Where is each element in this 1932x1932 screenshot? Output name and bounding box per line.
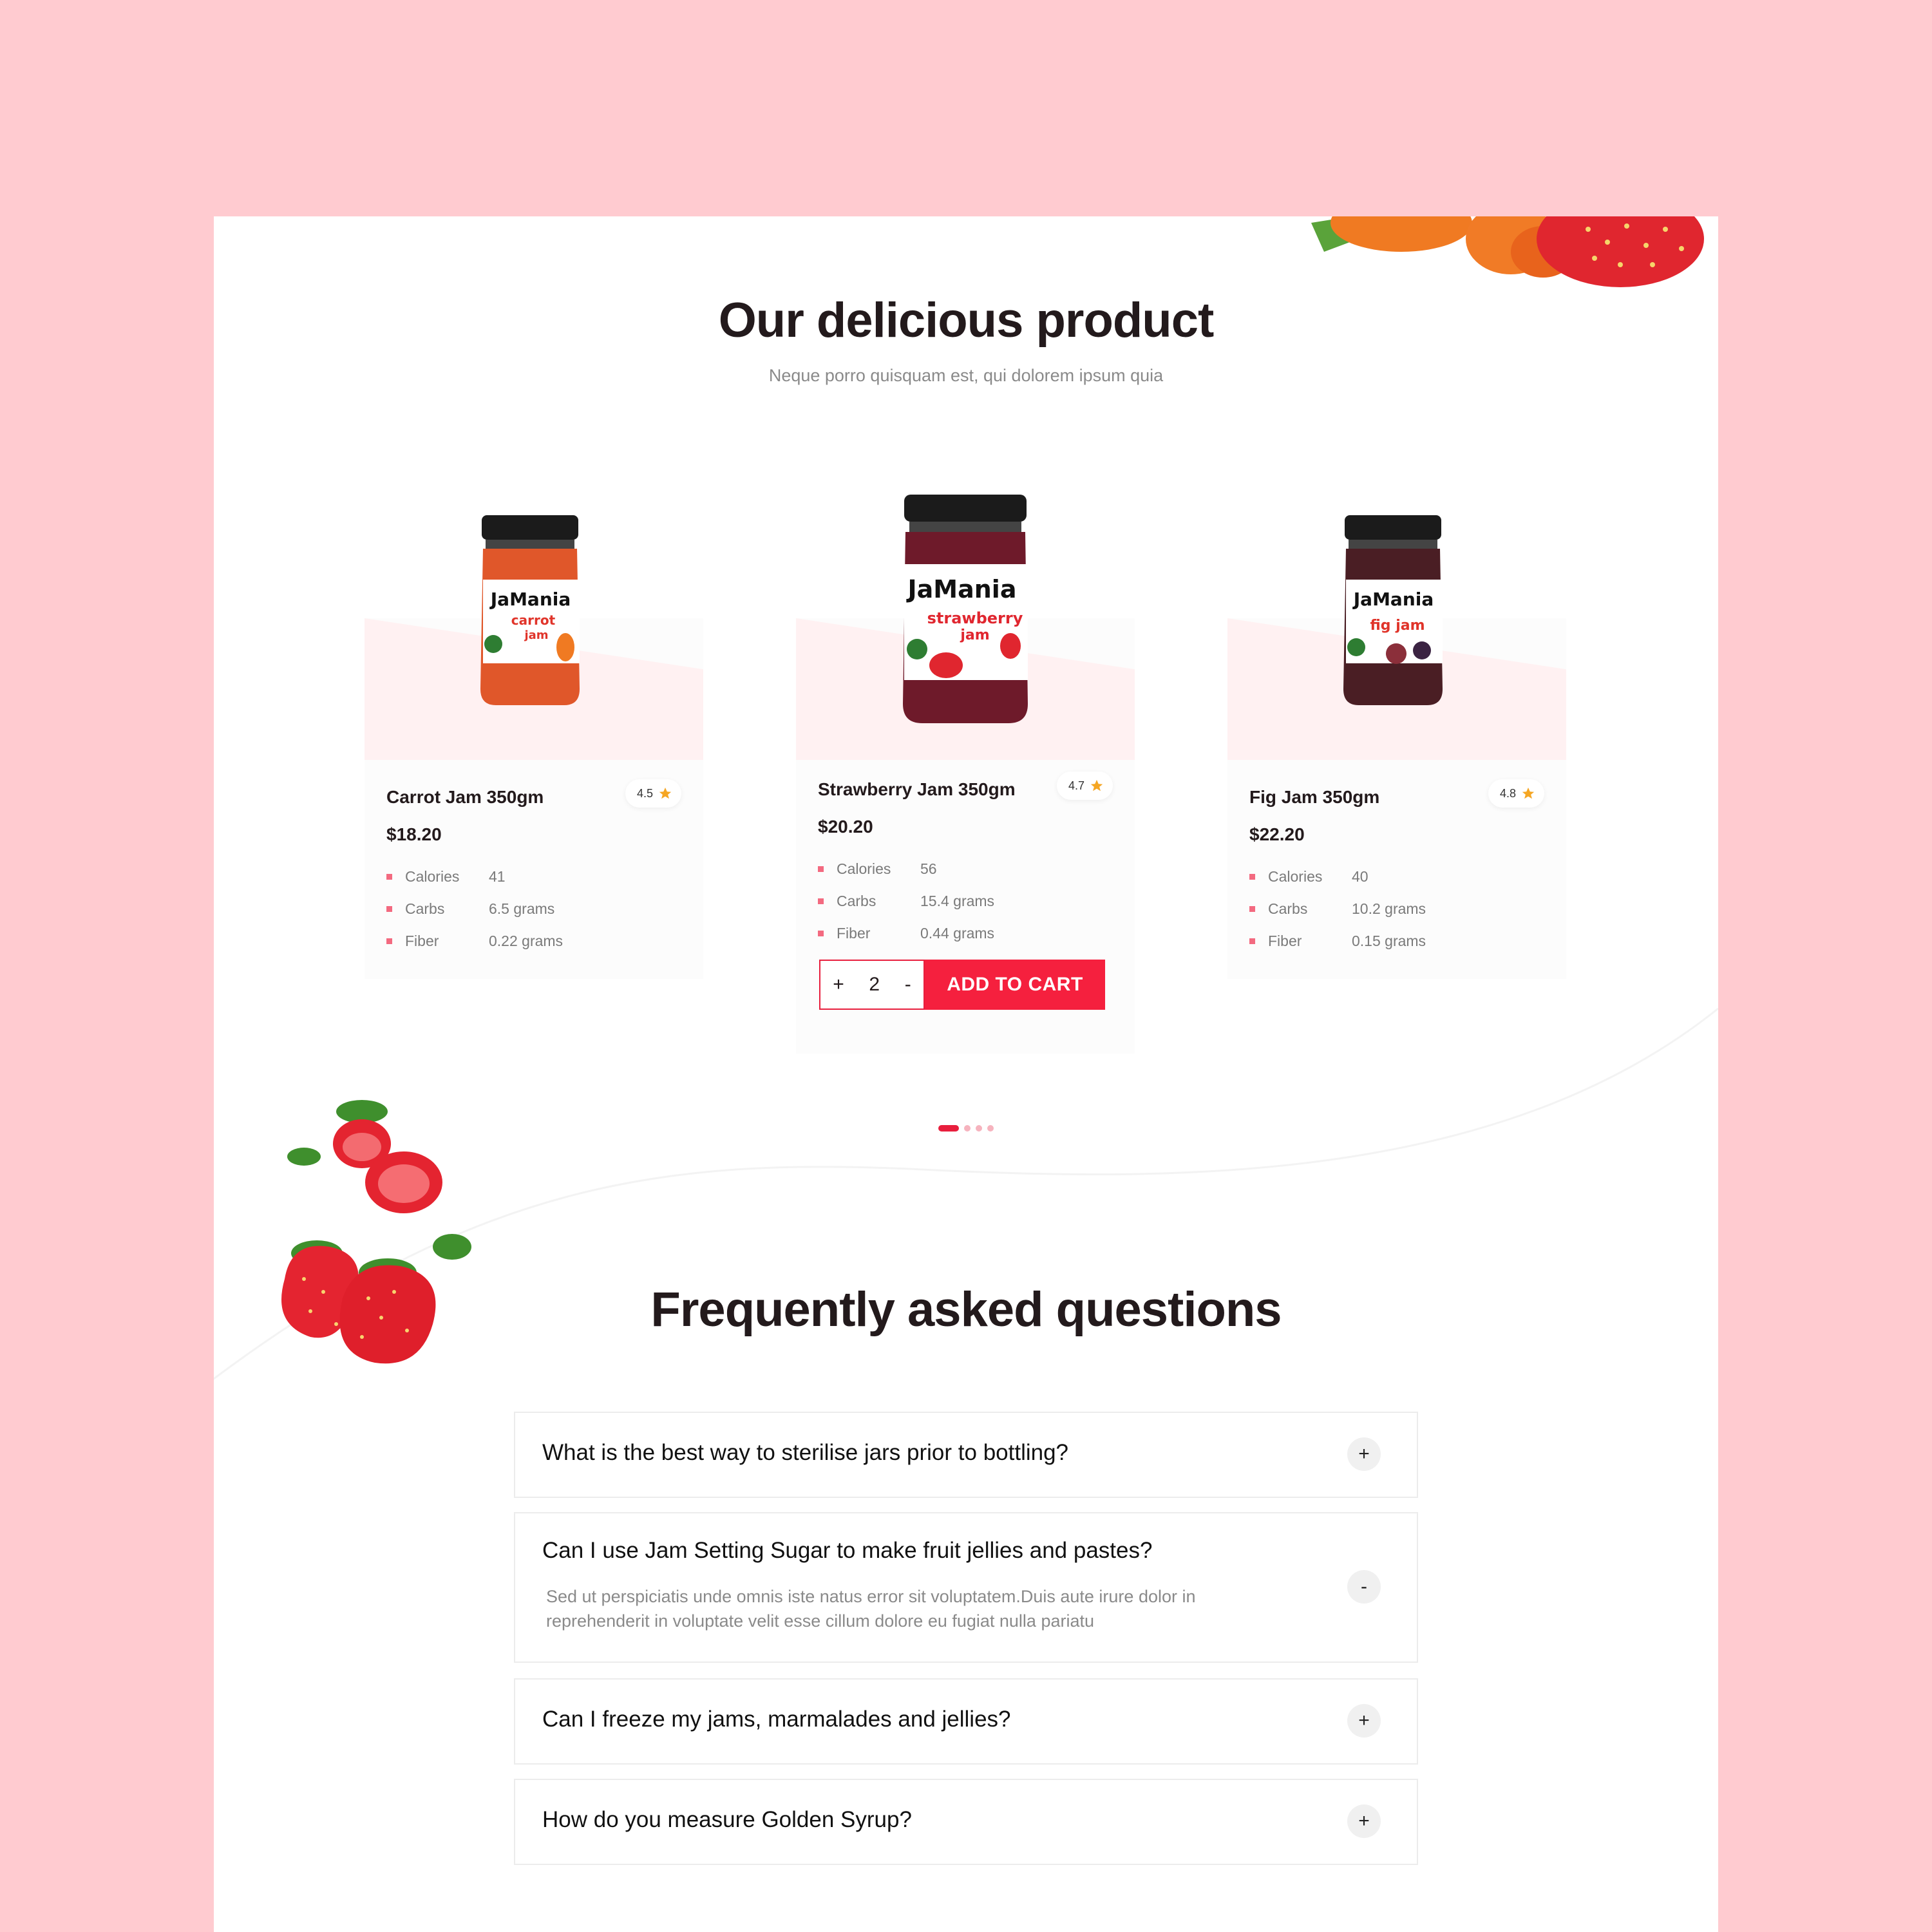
svg-text:jam: jam: [524, 629, 548, 642]
rating-badge: 4.5: [625, 779, 681, 808]
product-price: $20.20: [818, 817, 873, 837]
nutrition-row: Carbs 6.5 grams: [386, 893, 676, 925]
faq-question[interactable]: How do you measure Golden Syrup?: [542, 1807, 912, 1833]
product-card-carrot[interactable]: JaMania carrot jam Carrot Jam 350gm 4.5 …: [365, 515, 703, 979]
rating-badge: 4.7: [1056, 772, 1113, 800]
nutrition-row: Carbs 15.4 grams: [818, 885, 1108, 917]
svg-text:carrot: carrot: [511, 612, 556, 628]
rating-value: 4.8: [1499, 786, 1516, 800]
plus-icon[interactable]: +: [1347, 1704, 1381, 1738]
quantity-stepper[interactable]: + 2 -: [819, 960, 925, 1010]
faq-item-expanded[interactable]: Can I use Jam Setting Sugar to make frui…: [514, 1512, 1418, 1663]
carrot-jam-jar-image: JaMania carrot jam: [480, 515, 580, 705]
page-container: Our delicious product Neque porro quisqu…: [214, 216, 1718, 1932]
nutrition-row: Calories 41: [386, 860, 676, 893]
strawberry-jam-jar-image: JaMania strawberry jam: [903, 495, 1028, 723]
product-name[interactable]: Strawberry Jam 350gm: [818, 779, 1016, 800]
rating-value: 4.7: [1068, 779, 1084, 792]
faq-question[interactable]: Can I freeze my jams, marmalades and jel…: [542, 1707, 1011, 1732]
nutrition-list: Calories 56 Carbs 15.4 grams Fiber 0.44 gra…: [818, 853, 1108, 949]
svg-text:jam: jam: [960, 627, 989, 643]
faq-item[interactable]: How do you measure Golden Syrup? +: [514, 1779, 1418, 1865]
product-price: $22.20: [1249, 824, 1305, 844]
carrot-strawberry-image: [1311, 216, 1704, 287]
svg-text:strawberry: strawberry: [927, 609, 1023, 627]
svg-text:JaMania: JaMania: [906, 575, 1017, 603]
plus-icon[interactable]: +: [1347, 1437, 1381, 1471]
minus-icon[interactable]: -: [1347, 1570, 1381, 1604]
rating-badge: 4.8: [1488, 779, 1544, 808]
plus-icon[interactable]: +: [1347, 1804, 1381, 1838]
nutrition-row: Carbs 10.2 grams: [1249, 893, 1539, 925]
star-icon: [1522, 787, 1535, 799]
product-name[interactable]: Fig Jam 350gm: [1249, 787, 1379, 808]
add-to-cart-button[interactable]: ADD TO CART: [925, 960, 1105, 1010]
star-icon: [1090, 779, 1103, 791]
carousel-dot-1[interactable]: [938, 1125, 959, 1132]
nutrition-row: Calories 40: [1249, 860, 1539, 893]
add-to-cart-row: + 2 - ADD TO CART: [819, 960, 1105, 1010]
nutrition-row: Fiber 0.44 grams: [818, 917, 1108, 949]
faq-item[interactable]: Can I freeze my jams, marmalades and jel…: [514, 1678, 1418, 1765]
nutrition-list: Calories 40 Carbs 10.2 grams Fiber 0.15 gra…: [1249, 860, 1539, 957]
carousel-dot-2[interactable]: [964, 1125, 971, 1132]
nutrition-row: Fiber 0.15 grams: [1249, 925, 1539, 957]
faq-item[interactable]: What is the best way to sterilise jars p…: [514, 1412, 1418, 1498]
faq-section-title: Frequently asked questions: [650, 1282, 1282, 1337]
svg-text:JaMania: JaMania: [489, 589, 571, 610]
nutrition-row: Fiber 0.22 grams: [386, 925, 676, 957]
quantity-value: 2: [869, 974, 880, 995]
nutrition-row: Calories 56: [818, 853, 1108, 885]
nutrition-list: Calories 41 Carbs 6.5 grams Fiber 0.22 gram…: [386, 860, 676, 957]
fig-jam-jar-image: JaMania fig jam: [1343, 515, 1443, 705]
faq-question[interactable]: What is the best way to sterilise jars p…: [542, 1440, 1068, 1466]
svg-text:fig jam: fig jam: [1370, 618, 1425, 634]
product-card-fig[interactable]: JaMania fig jam Fig Jam 350gm 4.8 $22.20…: [1227, 515, 1566, 979]
decorative-curve: [214, 1007, 1718, 1380]
star-icon: [659, 787, 672, 799]
carousel-dot-3[interactable]: [976, 1125, 982, 1132]
carousel-dot-4[interactable]: [987, 1125, 994, 1132]
products-section-title: Our delicious product: [718, 293, 1215, 348]
quantity-decrease-button[interactable]: -: [905, 974, 911, 996]
faq-answer: Sed ut perspiciatis unde omnis iste natu…: [546, 1587, 1196, 1631]
svg-text:JaMania: JaMania: [1352, 589, 1434, 610]
rating-value: 4.5: [636, 786, 653, 800]
product-name[interactable]: Carrot Jam 350gm: [386, 787, 544, 808]
product-price: $18.20: [386, 824, 442, 844]
products-section-subtitle: Neque porro quisquam est, qui dolorem ip…: [768, 366, 1164, 385]
faq-question[interactable]: Can I use Jam Setting Sugar to make frui…: [542, 1538, 1152, 1564]
product-card-strawberry[interactable]: JaMania strawberry jam Strawberry Jam 35…: [796, 495, 1135, 1054]
quantity-increase-button[interactable]: +: [833, 974, 844, 996]
